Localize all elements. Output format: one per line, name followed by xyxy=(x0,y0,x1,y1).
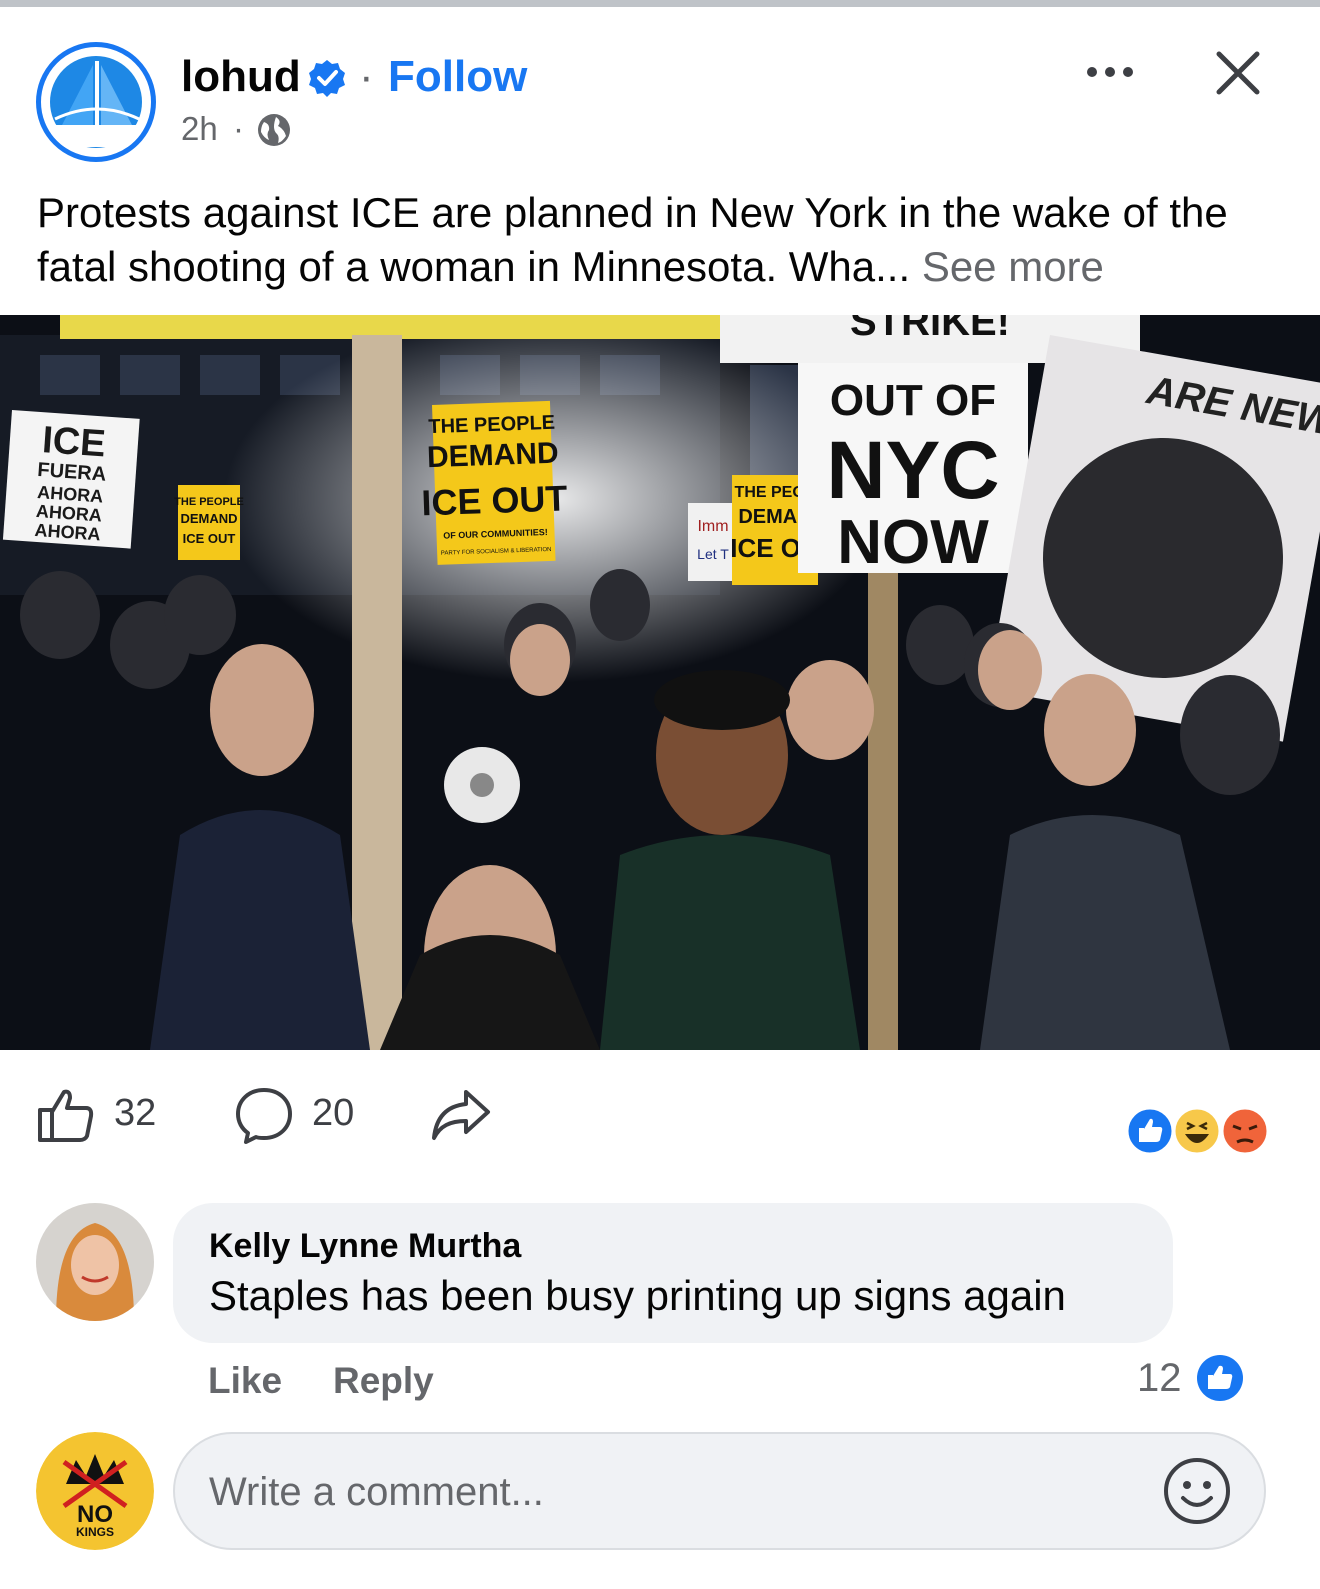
like-count[interactable]: 32 xyxy=(114,1092,156,1135)
sign-ice-text: ICE xyxy=(41,419,107,465)
top-divider xyxy=(0,0,1320,7)
like-outline-icon[interactable] xyxy=(36,1086,96,1144)
sign-people-text: THE PEOPLE xyxy=(428,412,555,438)
globe-icon xyxy=(258,114,290,146)
comment-count[interactable]: 20 xyxy=(312,1092,354,1135)
like-reaction-icon xyxy=(1125,1106,1175,1156)
comment-input-placeholder: Write a comment... xyxy=(209,1470,544,1514)
page-avatar[interactable] xyxy=(36,42,156,162)
comment-reaction-count[interactable]: 12 xyxy=(1137,1356,1182,1401)
sign-lett-text: Let T xyxy=(697,546,729,562)
close-icon[interactable] xyxy=(1213,48,1263,98)
badge-kings-text: KINGS xyxy=(76,1525,114,1539)
sign-pole-right xyxy=(868,573,898,1050)
verified-badge-icon xyxy=(309,60,345,97)
haha-reaction-icon xyxy=(1172,1106,1222,1156)
sign-now-text: NOW xyxy=(837,508,989,577)
share-outline-icon[interactable] xyxy=(430,1088,492,1142)
badge-no-text: NO xyxy=(77,1501,113,1528)
reactions-summary[interactable] xyxy=(1125,1106,1270,1156)
more-options-icon[interactable] xyxy=(1082,52,1138,92)
angry-reaction-icon xyxy=(1220,1106,1270,1156)
comment-reply-button[interactable]: Reply xyxy=(333,1360,434,1402)
sign-small-demand-text: DEMAND xyxy=(180,511,237,526)
comment-text: Staples has been busy printing up signs … xyxy=(209,1272,1066,1319)
sign-nyc-text: NYC xyxy=(826,425,999,516)
commenter-avatar[interactable] xyxy=(36,1203,154,1321)
follow-separator: · xyxy=(359,52,374,101)
top-banner-text: STRIKE! xyxy=(850,315,1010,344)
sign-demand-text: DEMAND xyxy=(426,437,559,475)
emoji-icon[interactable] xyxy=(1162,1456,1232,1526)
follow-button[interactable]: Follow xyxy=(388,52,527,102)
page-name[interactable]: lohud xyxy=(181,52,301,102)
comment-like-button[interactable]: Like xyxy=(208,1360,282,1402)
sign-imm-text: Imm xyxy=(697,518,728,535)
sign-iceout-text: ICE OUT xyxy=(421,477,568,523)
post-timestamp[interactable]: 2h xyxy=(181,110,218,148)
post-photo[interactable]: STRIKE! ICE FUERA AHORA AHORA AHORA THE … xyxy=(0,315,1320,1050)
comment-outline-icon[interactable] xyxy=(234,1086,294,1146)
post-caption: Protests against ICE are planned in New … xyxy=(37,186,1287,294)
sign-small-iceout-text: ICE OUT xyxy=(183,531,236,546)
like-reaction-icon xyxy=(1197,1355,1243,1401)
see-more-link[interactable]: See more xyxy=(922,243,1104,290)
sign-outof-text: OUT OF xyxy=(830,376,996,425)
sign-pole-left xyxy=(352,335,402,1050)
timestamp-separator: · xyxy=(233,110,244,147)
comment-author[interactable]: Kelly Lynne Murtha xyxy=(209,1227,521,1266)
sign-small-people-text: THE PEOPLE xyxy=(174,496,244,508)
my-avatar[interactable]: NO KINGS xyxy=(36,1432,154,1550)
